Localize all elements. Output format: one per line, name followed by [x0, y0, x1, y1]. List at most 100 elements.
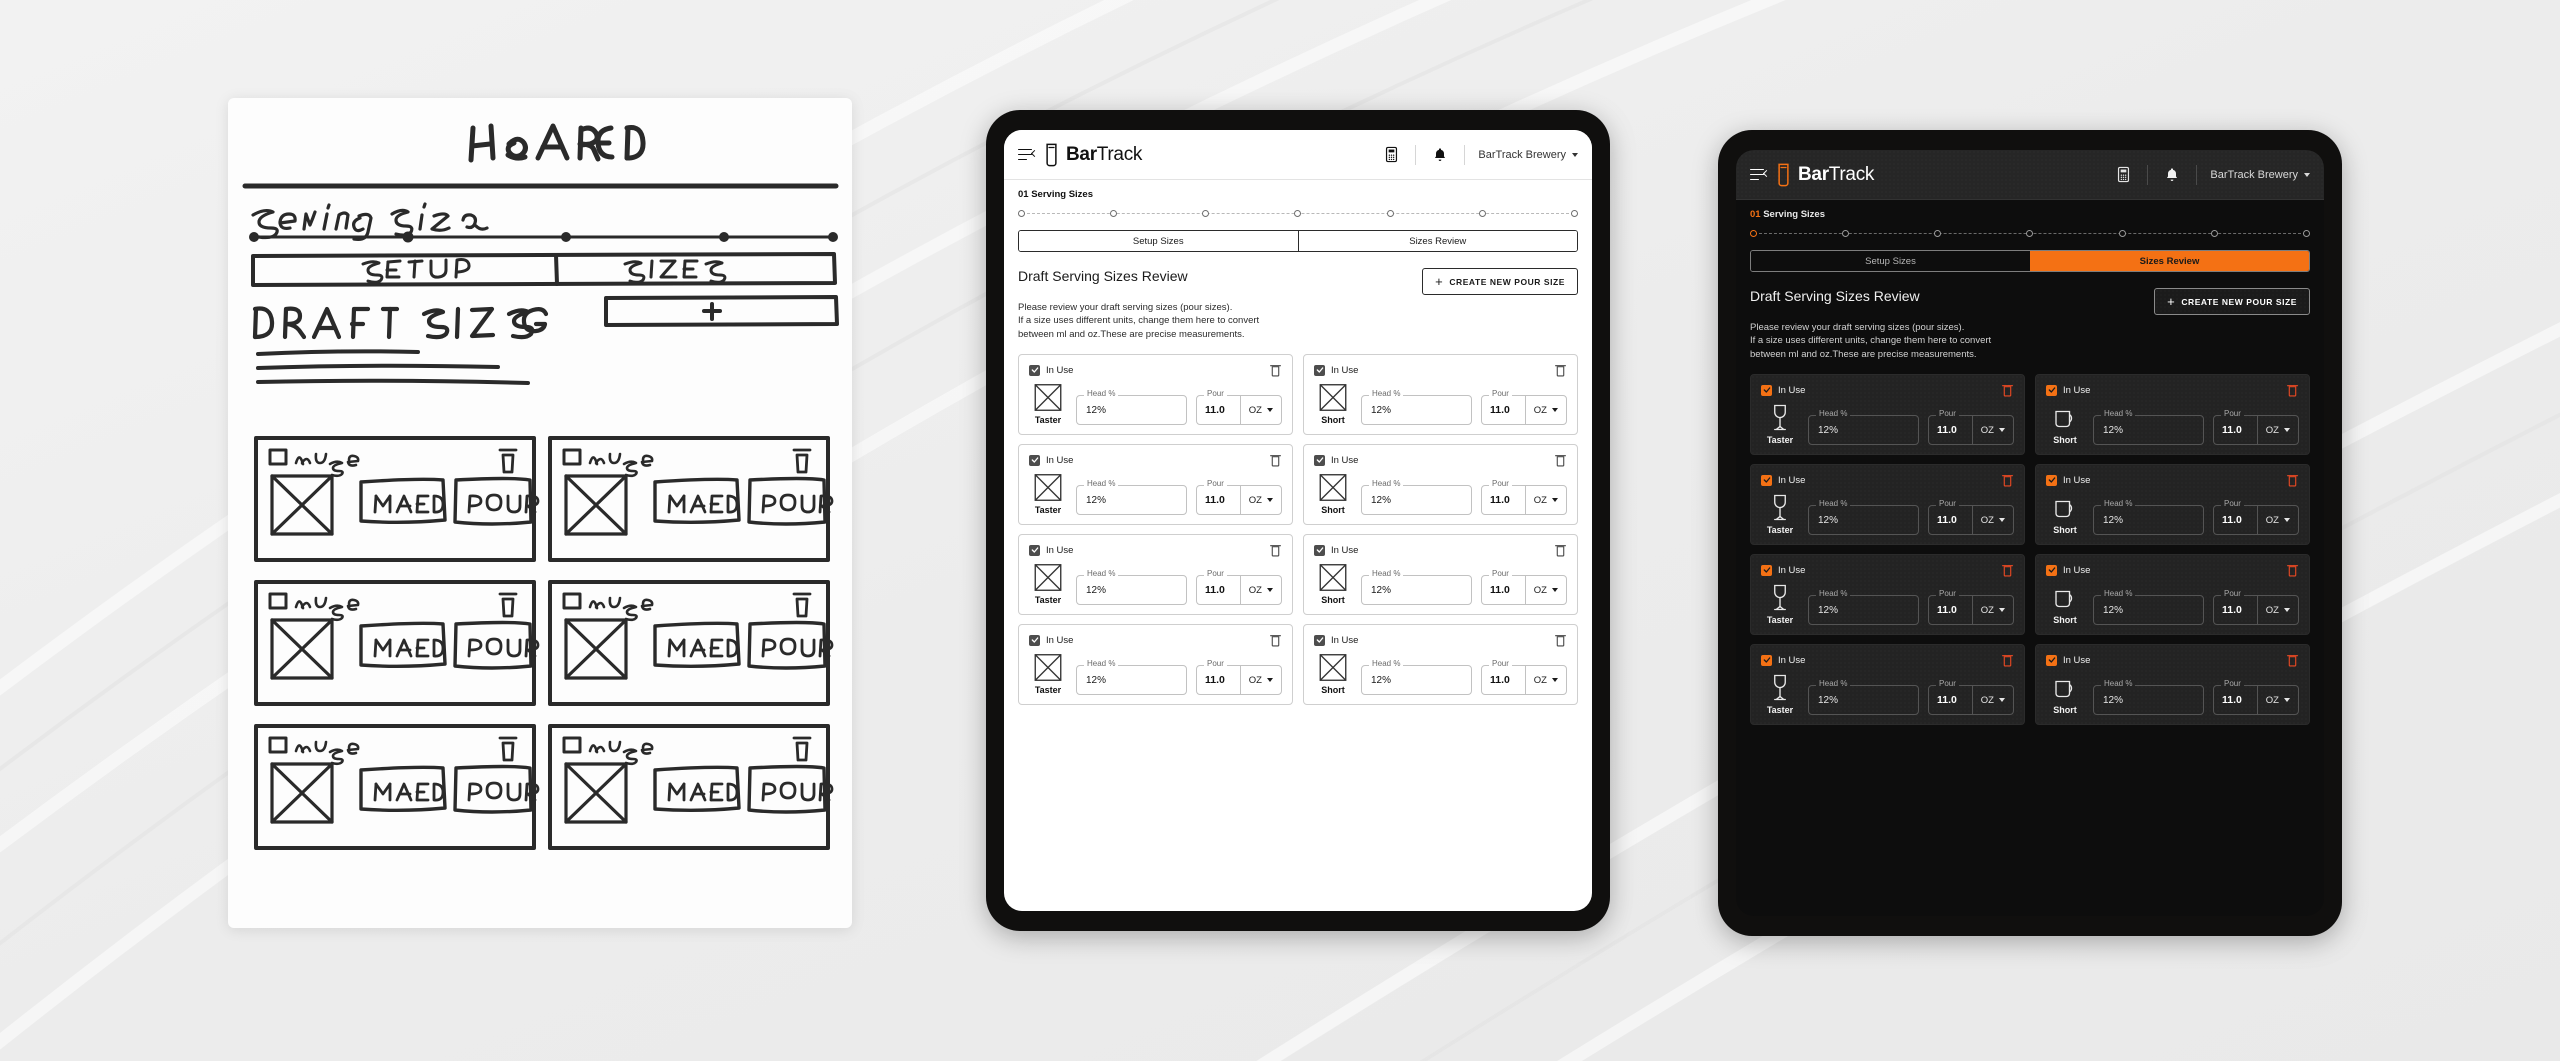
stepper-dot[interactable] [1018, 209, 1025, 217]
delete-icon[interactable] [1554, 633, 1567, 647]
pour-field[interactable]: Pour 11.0 OZ [1481, 390, 1567, 426]
in-use-toggle[interactable]: In Use [1029, 634, 1073, 646]
head-percent-field[interactable]: Head % 12% [1076, 570, 1187, 606]
checkbox-checked-icon[interactable] [1761, 654, 1772, 666]
pour-field[interactable]: Pour 11.0 OZ [2213, 500, 2299, 536]
delete-icon[interactable] [2001, 383, 2014, 397]
checkbox-checked-icon[interactable] [2046, 384, 2057, 396]
calculator-icon[interactable] [1380, 144, 1402, 166]
table-row[interactable]: In Use [1750, 464, 2025, 546]
pour-field[interactable]: Pour 11.0 OZ [1928, 410, 2014, 446]
delete-icon[interactable] [2286, 473, 2299, 487]
pour-field[interactable]: Pour 11.0 OZ [1928, 680, 2014, 716]
table-row[interactable]: In Use [1303, 534, 1578, 616]
checkbox-checked-icon[interactable] [2046, 474, 2057, 486]
head-percent-field[interactable]: Head % 12% [1361, 390, 1472, 426]
table-row[interactable]: In Use [1018, 354, 1293, 436]
in-use-toggle[interactable]: In Use [1314, 634, 1358, 646]
unit-select[interactable]: OZ [1526, 405, 1566, 416]
unit-select[interactable]: OZ [1973, 695, 2013, 706]
unit-select[interactable]: OZ [2258, 425, 2298, 436]
head-percent-field[interactable]: Head % 12% [1808, 590, 1919, 626]
delete-icon[interactable] [1269, 633, 1282, 647]
stepper-dot[interactable] [2026, 229, 2034, 237]
calculator-icon[interactable] [2112, 164, 2134, 186]
in-use-toggle[interactable]: In Use [1761, 474, 1805, 486]
head-percent-field[interactable]: Head % 12% [1076, 390, 1187, 426]
in-use-toggle[interactable]: In Use [1314, 544, 1358, 556]
notification-bell-icon[interactable] [1429, 144, 1451, 166]
checkbox-checked-icon[interactable] [1761, 564, 1772, 576]
unit-select[interactable]: OZ [1241, 495, 1281, 506]
in-use-toggle[interactable]: In Use [1761, 564, 1805, 576]
delete-icon[interactable] [1269, 363, 1282, 377]
table-row[interactable]: In Use [1018, 624, 1293, 706]
tab-sizes-review[interactable]: Sizes Review [2030, 251, 2309, 271]
tab-sizes-review[interactable]: Sizes Review [1297, 231, 1577, 251]
head-percent-field[interactable]: Head % 12% [1076, 660, 1187, 696]
checkbox-checked-icon[interactable] [1314, 454, 1325, 466]
table-row[interactable]: In Use [1750, 554, 2025, 636]
stepper-dot[interactable] [1570, 209, 1578, 217]
head-percent-field[interactable]: Head % 12% [2093, 590, 2204, 626]
checkbox-checked-icon[interactable] [1029, 364, 1040, 376]
tab-setup-sizes[interactable]: Setup Sizes [1751, 251, 2030, 271]
checkbox-checked-icon[interactable] [1029, 634, 1040, 646]
head-percent-field[interactable]: Head % 12% [1076, 480, 1187, 516]
pour-field[interactable]: Pour 11.0 OZ [2213, 680, 2299, 716]
pour-field[interactable]: Pour 11.0 OZ [1196, 570, 1282, 606]
table-row[interactable]: In Use [1750, 644, 2025, 726]
unit-select[interactable]: OZ [2258, 605, 2298, 616]
unit-select[interactable]: OZ [1241, 585, 1281, 596]
unit-select[interactable]: OZ [2258, 515, 2298, 526]
pour-field[interactable]: Pour 11.0 OZ [1196, 660, 1282, 696]
checkbox-checked-icon[interactable] [1029, 544, 1040, 556]
in-use-toggle[interactable]: In Use [1314, 454, 1358, 466]
in-use-toggle[interactable]: In Use [1314, 364, 1358, 376]
pour-field[interactable]: Pour 11.0 OZ [1481, 660, 1567, 696]
stepper-dot[interactable] [1842, 229, 1850, 237]
in-use-toggle[interactable]: In Use [2046, 654, 2090, 666]
pour-field[interactable]: Pour 11.0 OZ [1196, 390, 1282, 426]
delete-icon[interactable] [2286, 653, 2299, 667]
checkbox-checked-icon[interactable] [2046, 654, 2057, 666]
table-row[interactable]: In Use [1303, 444, 1578, 526]
head-percent-field[interactable]: Head % 12% [2093, 680, 2204, 716]
table-row[interactable]: In Use [2035, 554, 2310, 636]
pour-field[interactable]: Pour 11.0 OZ [1928, 590, 2014, 626]
unit-select[interactable]: OZ [1973, 425, 2013, 436]
delete-icon[interactable] [1269, 453, 1282, 467]
unit-select[interactable]: OZ [1526, 495, 1566, 506]
stepper-dot[interactable] [1110, 209, 1118, 217]
in-use-toggle[interactable]: In Use [2046, 564, 2090, 576]
delete-icon[interactable] [2286, 383, 2299, 397]
stepper-dot[interactable] [1934, 229, 1942, 237]
checkbox-checked-icon[interactable] [2046, 564, 2057, 576]
unit-select[interactable]: OZ [1241, 405, 1281, 416]
checkbox-checked-icon[interactable] [1314, 634, 1325, 646]
in-use-toggle[interactable]: In Use [2046, 384, 2090, 396]
stepper-dot[interactable] [1202, 209, 1210, 217]
table-row[interactable]: In Use [1018, 534, 1293, 616]
delete-icon[interactable] [1269, 543, 1282, 557]
pour-field[interactable]: Pour 11.0 OZ [1481, 570, 1567, 606]
checkbox-checked-icon[interactable] [1761, 384, 1772, 396]
stepper-dot[interactable] [1478, 209, 1486, 217]
stepper-dot[interactable] [1386, 209, 1394, 217]
head-percent-field[interactable]: Head % 12% [2093, 410, 2204, 446]
head-percent-field[interactable]: Head % 12% [1361, 660, 1472, 696]
menu-collapse-icon[interactable] [1018, 148, 1039, 162]
unit-select[interactable]: OZ [1526, 675, 1566, 686]
table-row[interactable]: In Use [1750, 374, 2025, 456]
stepper-dot[interactable] [2118, 229, 2126, 237]
head-percent-field[interactable]: Head % 12% [1808, 410, 1919, 446]
pour-field[interactable]: Pour 11.0 OZ [2213, 590, 2299, 626]
create-new-pour-size-button[interactable]: + CREATE NEW POUR SIZE [1422, 268, 1578, 295]
pour-field[interactable]: Pour 11.0 OZ [2213, 410, 2299, 446]
pour-field[interactable]: Pour 11.0 OZ [1196, 480, 1282, 516]
table-row[interactable]: In Use [2035, 374, 2310, 456]
checkbox-checked-icon[interactable] [1314, 544, 1325, 556]
stepper-dot[interactable] [2210, 229, 2218, 237]
notification-bell-icon[interactable] [2161, 164, 2183, 186]
delete-icon[interactable] [2286, 563, 2299, 577]
